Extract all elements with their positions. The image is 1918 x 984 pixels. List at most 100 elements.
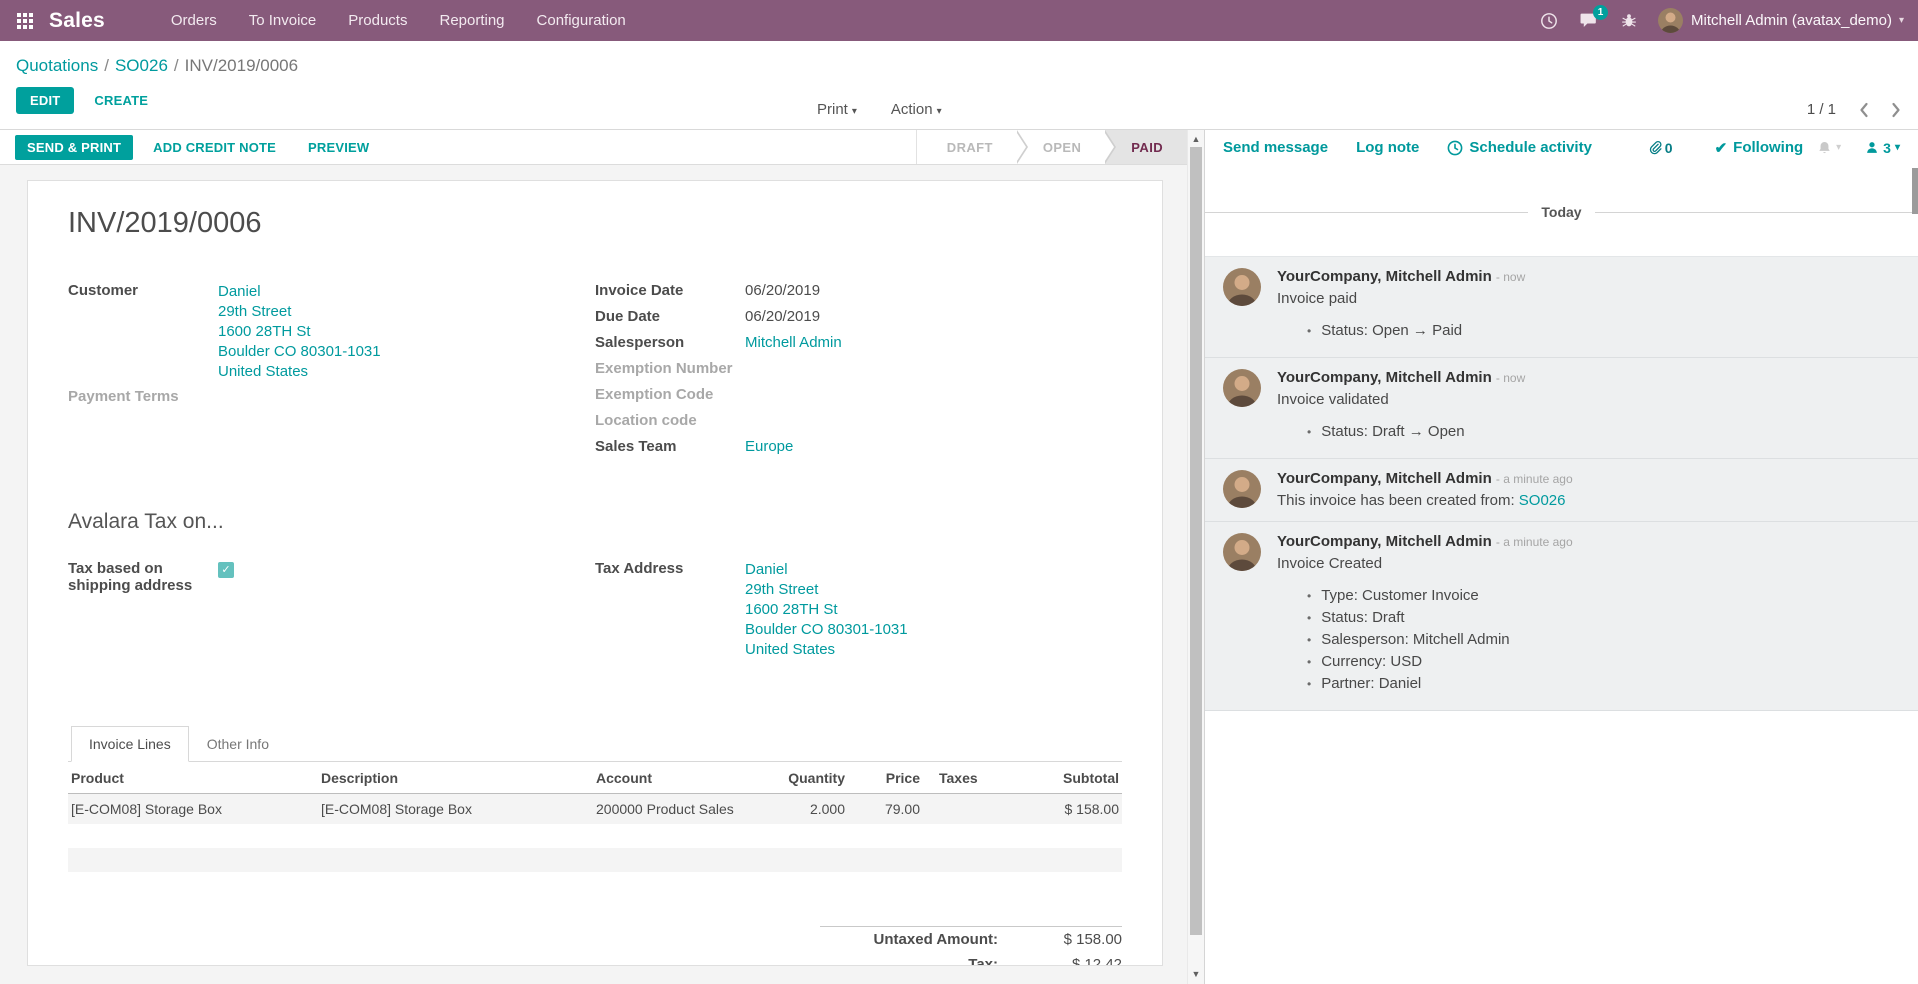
menu-configuration[interactable]: Configuration xyxy=(521,0,642,41)
breadcrumb: Quotations/SO026/INV/2019/0006 xyxy=(16,56,1902,76)
invoice-line-row[interactable]: [E-COM08] Storage Box [E-COM08] Storage … xyxy=(68,794,1122,825)
untaxed-amount-value: $ 158.00 xyxy=(1012,931,1122,948)
cell-description: [E-COM08] Storage Box xyxy=(318,794,593,825)
attachments-button[interactable]: 0 xyxy=(1647,140,1673,156)
edit-button[interactable]: EDIT xyxy=(16,87,74,114)
form-scrollbar[interactable]: ▲ ▼ xyxy=(1187,130,1204,984)
messages-icon[interactable]: 1 xyxy=(1580,12,1599,29)
breadcrumb-current: INV/2019/0006 xyxy=(185,56,298,75)
message-text: Invoice paid xyxy=(1277,290,1900,307)
status-draft[interactable]: DRAFT xyxy=(921,130,1017,164)
breadcrumb-quotations[interactable]: Quotations xyxy=(16,56,98,75)
message-time: - now xyxy=(1496,371,1525,385)
message: YourCompany, Mitchell Admin - a minute a… xyxy=(1205,522,1918,711)
create-button[interactable]: CREATE xyxy=(82,87,160,114)
pager-next-icon[interactable] xyxy=(1891,102,1902,118)
tax-address-line[interactable]: 29th Street xyxy=(745,581,818,598)
tax-address-line[interactable]: 1600 28TH St xyxy=(745,601,838,618)
message: YourCompany, Mitchell Admin - a minute a… xyxy=(1205,459,1918,522)
action-caret-icon: ▾ xyxy=(937,106,942,117)
bell-icon xyxy=(1817,140,1832,156)
print-caret-icon: ▾ xyxy=(852,106,857,117)
menu-reporting[interactable]: Reporting xyxy=(423,0,520,41)
col-description: Description xyxy=(318,762,593,794)
following-button[interactable]: ✔ Following xyxy=(1715,139,1804,157)
message-avatar xyxy=(1223,369,1261,407)
message: YourCompany, Mitchell Admin - now Invoic… xyxy=(1205,256,1918,358)
salesperson-link[interactable]: Mitchell Admin xyxy=(745,334,842,351)
breadcrumb-so026[interactable]: SO026 xyxy=(115,56,168,75)
menu-orders[interactable]: Orders xyxy=(155,0,233,41)
payment-terms-label: Payment Terms xyxy=(68,388,218,408)
pager-previous-icon[interactable] xyxy=(1858,102,1869,118)
customer-label: Customer xyxy=(68,282,218,382)
col-subtotal: Subtotal xyxy=(1033,762,1122,794)
print-dropdown[interactable]: Print▾ xyxy=(817,101,857,118)
source-order-link[interactable]: SO026 xyxy=(1519,492,1566,509)
message-bullet: Partner: Daniel xyxy=(1307,673,1900,695)
salesperson-label: Salesperson xyxy=(595,334,745,354)
message-avatar xyxy=(1223,470,1261,508)
tax-based-shipping-checkbox[interactable]: ✓ xyxy=(218,562,234,578)
col-quantity: Quantity xyxy=(753,762,848,794)
message-time: - now xyxy=(1496,270,1525,284)
message-author: YourCompany, Mitchell Admin xyxy=(1277,470,1492,487)
scroll-up-icon[interactable]: ▲ xyxy=(1188,131,1204,147)
user-menu[interactable]: Mitchell Admin (avatax_demo) ▾ xyxy=(1658,8,1904,33)
followers-button[interactable]: 3 ▾ xyxy=(1865,140,1900,156)
app-title: Sales xyxy=(49,9,105,33)
customer-address-line[interactable]: 29th Street xyxy=(218,303,291,320)
message-bullet: Status: Draft xyxy=(1307,607,1900,629)
col-price: Price xyxy=(848,762,923,794)
chatter-scrollbar-thumb[interactable] xyxy=(1912,168,1918,214)
message-time: - a minute ago xyxy=(1496,535,1573,549)
notification-bell-button[interactable]: ▾ xyxy=(1817,140,1841,156)
schedule-activity-button[interactable]: Schedule activity xyxy=(1447,139,1592,156)
status-open[interactable]: OPEN xyxy=(1017,130,1105,164)
main-menu: Orders To Invoice Products Reporting Con… xyxy=(155,0,642,41)
debug-bug-icon[interactable] xyxy=(1621,12,1637,29)
add-credit-note-button[interactable]: ADD CREDIT NOTE xyxy=(141,134,288,161)
activities-clock-icon[interactable] xyxy=(1540,12,1558,30)
scroll-down-icon[interactable]: ▼ xyxy=(1188,966,1204,982)
message-author: YourCompany, Mitchell Admin xyxy=(1277,268,1492,285)
tax-address-line[interactable]: United States xyxy=(745,641,835,658)
attachment-count: 0 xyxy=(1665,140,1673,156)
schedule-clock-icon xyxy=(1447,140,1463,156)
date-divider: Today xyxy=(1205,204,1918,220)
tax-address-line[interactable]: Boulder CO 80301-1031 xyxy=(745,621,908,638)
preview-button[interactable]: PREVIEW xyxy=(296,134,381,161)
send-and-print-button[interactable]: SEND & PRINT xyxy=(15,135,133,160)
tax-address-label: Tax Address xyxy=(595,560,745,660)
log-note-button[interactable]: Log note xyxy=(1356,139,1419,156)
message-bullet: Salesperson: Mitchell Admin xyxy=(1307,629,1900,651)
sales-team-link[interactable]: Europe xyxy=(745,438,793,455)
notebook-tabs: Invoice Lines Other Info xyxy=(68,726,1122,762)
chatter-panel: Send message Log note Schedule activity … xyxy=(1205,130,1918,984)
tab-other-info[interactable]: Other Info xyxy=(189,726,287,762)
status-paid[interactable]: PAID xyxy=(1105,130,1187,164)
tax-address-line[interactable]: Daniel xyxy=(745,561,788,578)
apps-menu-icon[interactable] xyxy=(17,13,33,29)
bell-caret-icon: ▾ xyxy=(1836,142,1841,153)
menu-to-invoice[interactable]: To Invoice xyxy=(233,0,333,41)
pager-counter: 1 / 1 xyxy=(1807,101,1836,118)
tax-label: Tax: xyxy=(820,956,1012,966)
customer-address-line[interactable]: United States xyxy=(218,363,308,380)
customer-address-line[interactable]: 1600 28TH St xyxy=(218,323,311,340)
message-bullet: Type: Customer Invoice xyxy=(1307,585,1900,607)
customer-link[interactable]: Daniel xyxy=(218,283,261,300)
form-scrollbar-thumb[interactable] xyxy=(1190,147,1202,935)
empty-row xyxy=(68,824,1122,848)
message-text: Invoice validated xyxy=(1277,391,1900,408)
invoice-title: INV/2019/0006 xyxy=(68,207,1122,240)
location-code-label: Location code xyxy=(595,412,745,432)
customer-address-line[interactable]: Boulder CO 80301-1031 xyxy=(218,343,381,360)
action-dropdown[interactable]: Action▾ xyxy=(891,101,942,118)
due-date-label: Due Date xyxy=(595,308,745,328)
top-navbar: Sales Orders To Invoice Products Reporti… xyxy=(0,0,1918,41)
tab-invoice-lines[interactable]: Invoice Lines xyxy=(71,726,189,762)
menu-products[interactable]: Products xyxy=(332,0,423,41)
message: YourCompany, Mitchell Admin - now Invoic… xyxy=(1205,358,1918,459)
send-message-button[interactable]: Send message xyxy=(1223,139,1328,156)
